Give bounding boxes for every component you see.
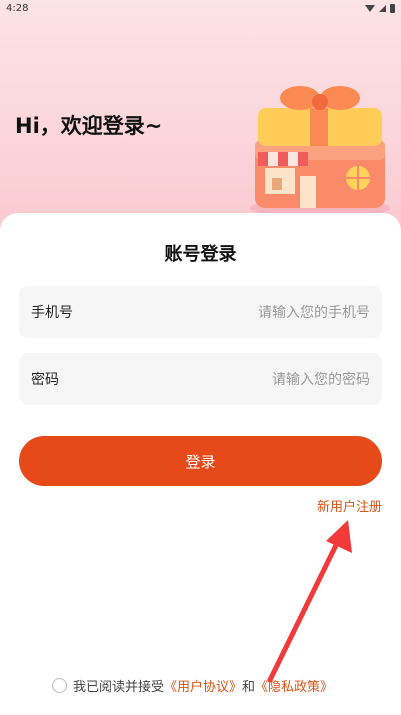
agreement-checkbox[interactable] <box>52 678 67 693</box>
agreement-row: 我已阅读并接受 《用户协议》 和 《隐私政策》 <box>52 676 333 695</box>
status-time: 4:28 <box>6 2 29 14</box>
login-button[interactable]: 登录 <box>19 436 382 486</box>
privacy-policy-link[interactable]: 《隐私政策》 <box>255 676 333 695</box>
register-link[interactable]: 新用户注册 <box>317 496 382 515</box>
greeting-text: Hi，欢迎登录~ <box>15 114 163 138</box>
gift-shop-illustration <box>250 86 390 218</box>
user-agreement-link[interactable]: 《用户协议》 <box>164 676 242 695</box>
status-bar: 4:28 <box>0 0 401 16</box>
signal-icon <box>379 4 386 12</box>
password-label: 密码 <box>31 372 59 388</box>
agreement-prefix: 我已阅读并接受 <box>73 680 165 695</box>
phone-label: 手机号 <box>31 305 73 321</box>
red-arrow-annotation <box>267 520 352 683</box>
phone-input[interactable]: 请输入您的手机号 <box>258 302 370 322</box>
battery-icon <box>390 3 395 13</box>
status-icons <box>365 3 395 13</box>
form-title: 账号登录 <box>164 244 237 265</box>
phone-field[interactable]: 手机号 请输入您的手机号 <box>19 286 382 338</box>
password-input[interactable]: 请输入您的密码 <box>272 369 370 389</box>
wifi-icon <box>365 4 375 12</box>
password-field[interactable]: 密码 请输入您的密码 <box>19 353 382 405</box>
agreement-and: 和 <box>242 680 256 695</box>
